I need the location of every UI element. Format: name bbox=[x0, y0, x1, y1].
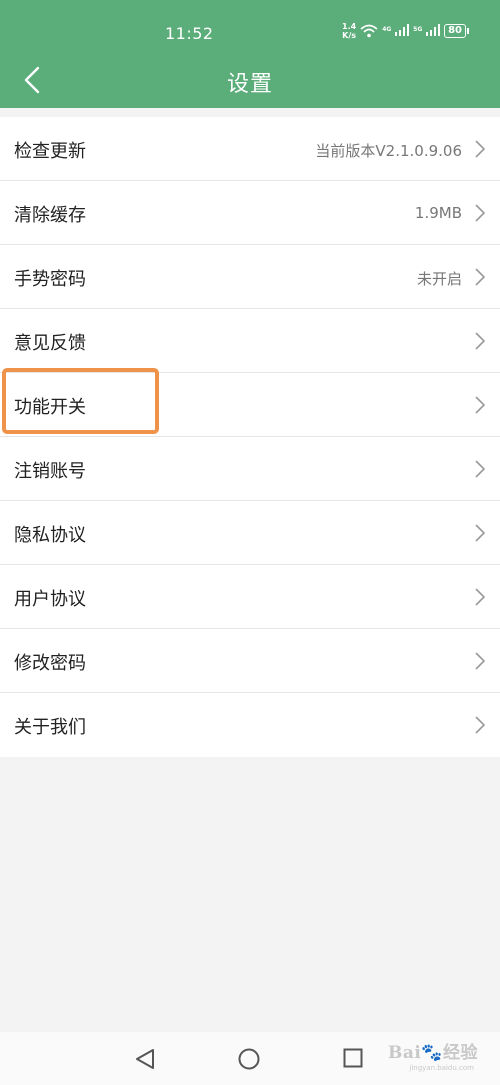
network-speed: 1.4 K/s bbox=[342, 22, 356, 40]
network-speed-unit: K/s bbox=[342, 31, 357, 40]
settings-list: 检查更新 当前版本V2.1.0.9.06 清除缓存 1.9MB 手势密码 未开启… bbox=[0, 117, 500, 757]
settings-item-label: 修改密码 bbox=[14, 653, 86, 674]
chevron-right-icon bbox=[475, 332, 486, 350]
settings-item-clear-cache[interactable]: 清除缓存 1.9MB bbox=[0, 181, 500, 245]
settings-item-label: 注销账号 bbox=[14, 461, 86, 482]
settings-item-feedback[interactable]: 意见反馈 bbox=[0, 309, 500, 373]
top-app-bar: 11:52 1.4 K/s 4G 5G 80 设置 bbox=[0, 0, 500, 108]
nav-back-icon[interactable] bbox=[134, 1048, 156, 1070]
watermark-url: jingyan.baidu.com bbox=[409, 1064, 474, 1072]
watermark-brand2: 经验 bbox=[443, 1043, 478, 1063]
signal-4g-icon: 4G bbox=[382, 24, 410, 38]
settings-item-label: 关于我们 bbox=[14, 717, 86, 738]
settings-item-label: 手势密码 bbox=[14, 269, 86, 290]
chevron-right-icon bbox=[475, 524, 486, 542]
chevron-right-icon bbox=[475, 204, 486, 222]
settings-item-value: 1.9MB bbox=[414, 204, 462, 222]
settings-item-gesture-password[interactable]: 手势密码 未开启 bbox=[0, 245, 500, 309]
chevron-right-icon bbox=[475, 396, 486, 414]
chevron-right-icon bbox=[475, 652, 486, 670]
settings-item-change-password[interactable]: 修改密码 bbox=[0, 629, 500, 693]
highlight-box bbox=[2, 368, 159, 434]
network-speed-value: 1.4 bbox=[342, 22, 357, 31]
signal-5g-icon: 5G bbox=[413, 24, 441, 38]
signal-5g-label: 5G bbox=[413, 26, 423, 33]
status-time: 11:52 bbox=[165, 24, 214, 43]
settings-item-check-update[interactable]: 检查更新 当前版本V2.1.0.9.06 bbox=[0, 117, 500, 181]
signal-bars-icon bbox=[395, 24, 410, 36]
signal-4g-label: 4G bbox=[382, 26, 392, 33]
status-icons: 1.4 K/s 4G 5G 80 bbox=[342, 22, 469, 40]
settings-item-label: 用户协议 bbox=[14, 589, 86, 610]
chevron-right-icon bbox=[475, 460, 486, 478]
settings-item-delete-account[interactable]: 注销账号 bbox=[0, 437, 500, 501]
nav-home-icon[interactable] bbox=[238, 1048, 260, 1070]
settings-item-label: 隐私协议 bbox=[14, 525, 86, 546]
battery-icon: 80 bbox=[444, 24, 469, 38]
settings-item-privacy-policy[interactable]: 隐私协议 bbox=[0, 501, 500, 565]
settings-item-label: 意见反馈 bbox=[14, 333, 86, 354]
chevron-right-icon bbox=[475, 716, 486, 734]
watermark-brand: Bai bbox=[387, 1043, 422, 1063]
settings-item-label: 检查更新 bbox=[14, 141, 86, 162]
settings-item-about-us[interactable]: 关于我们 bbox=[0, 693, 500, 757]
settings-item-user-agreement[interactable]: 用户协议 bbox=[0, 565, 500, 629]
chevron-right-icon bbox=[475, 268, 486, 286]
settings-item-value: 未开启 bbox=[416, 270, 462, 288]
settings-item-value: 当前版本V2.1.0.9.06 bbox=[315, 142, 462, 160]
watermark-logo: Bai🐾经验 bbox=[388, 1038, 478, 1063]
paw-icon: 🐾 bbox=[421, 1043, 443, 1063]
chevron-right-icon bbox=[475, 140, 486, 158]
chevron-right-icon bbox=[475, 588, 486, 606]
wifi-icon bbox=[360, 24, 378, 38]
status-bar: 11:52 1.4 K/s 4G 5G 80 bbox=[0, 0, 500, 52]
page-title: 设置 bbox=[226, 72, 273, 97]
nav-recents-icon[interactable] bbox=[343, 1048, 363, 1068]
signal-bars-icon bbox=[426, 24, 441, 36]
settings-item-label: 清除缓存 bbox=[14, 205, 86, 226]
